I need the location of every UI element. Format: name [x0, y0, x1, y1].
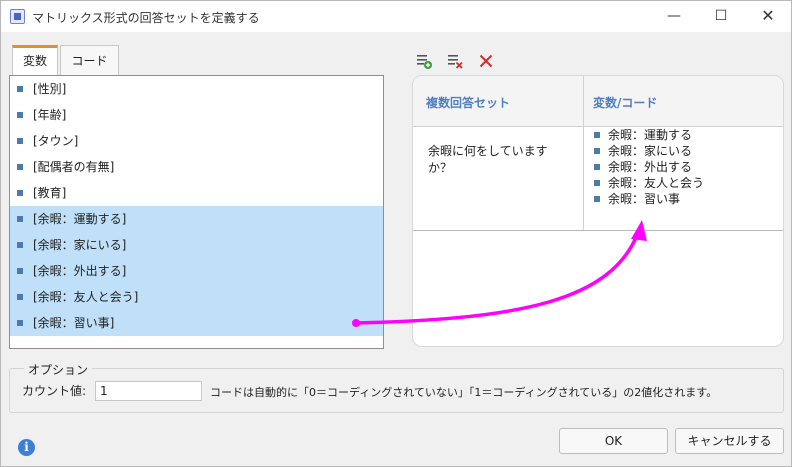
grid-row-divider	[413, 230, 783, 231]
list-item-selected[interactable]: [余暇：家にいる]	[10, 232, 383, 258]
list-item-label: [余暇：家にいる]	[33, 238, 127, 252]
grid-variable-item: 余暇：運動する	[589, 127, 692, 143]
close-button[interactable]: ✕	[745, 1, 791, 31]
response-set-question[interactable]: 余暇に何をしていますか？	[428, 143, 568, 177]
variable-icon	[17, 112, 23, 118]
list-item-selected[interactable]: [余暇：外出する]	[10, 258, 383, 284]
grid-variable-label: 余暇：習い事	[608, 192, 681, 206]
list-item-selected[interactable]: [余暇：運動する]	[10, 206, 383, 232]
tab-variables[interactable]: 変数	[12, 45, 58, 76]
grid-variable-item: 余暇：外出する	[589, 159, 692, 175]
count-value-label: カウント値:	[22, 384, 87, 398]
variable-icon	[17, 164, 23, 170]
variable-icon	[17, 190, 23, 196]
grid-variable-label: 余暇：家にいる	[608, 144, 693, 158]
list-item-label: [配偶者の有無]	[33, 160, 115, 174]
info-icon[interactable]: i	[18, 439, 35, 456]
column-header-variables: 変数/コード	[593, 96, 658, 110]
list-item[interactable]: [配偶者の有無]	[10, 154, 383, 180]
list-item-label: [余暇：運動する]	[33, 212, 127, 226]
dialog-window: マトリックス形式の回答セットを定義する — ☐ ✕ 変数 コード [性別] [年…	[0, 0, 792, 467]
variable-icon	[17, 294, 23, 300]
window-title: マトリックス形式の回答セットを定義する	[32, 11, 260, 25]
remove-set-icon[interactable]	[446, 52, 464, 70]
variable-icon	[594, 132, 600, 138]
grid-variable-label: 余暇：外出する	[608, 160, 693, 174]
variable-icon	[17, 216, 23, 222]
list-item[interactable]: [年齢]	[10, 102, 383, 128]
list-item-label: [余暇：習い事]	[33, 316, 115, 330]
variable-icon	[17, 320, 23, 326]
variable-icon	[17, 242, 23, 248]
response-set-grid[interactable]: 複数回答セット 変数/コード 余暇に何をしていますか？ 余暇：運動する 余暇：家…	[412, 75, 784, 347]
variable-icon	[17, 268, 23, 274]
grid-variable-label: 余暇：運動する	[608, 128, 693, 142]
list-item-selected[interactable]: [余暇：友人と会う]	[10, 284, 383, 310]
list-item-label: [性別]	[33, 82, 67, 96]
list-item-label: [教育]	[33, 186, 67, 200]
column-divider	[583, 76, 584, 230]
minimize-button[interactable]: —	[651, 1, 697, 31]
list-item-label: [年齢]	[33, 108, 67, 122]
variable-icon	[594, 164, 600, 170]
add-set-icon[interactable]	[415, 52, 433, 70]
column-header-set: 複数回答セット	[426, 96, 511, 110]
list-item[interactable]: [性別]	[10, 76, 383, 102]
grid-variable-item: 余暇：家にいる	[589, 143, 692, 159]
list-item-label: [タウン]	[33, 134, 79, 148]
app-icon	[10, 9, 25, 24]
grid-header: 複数回答セット 変数/コード	[413, 76, 783, 127]
options-group-label: オプション	[24, 361, 93, 378]
tab-codes[interactable]: コード	[60, 45, 119, 76]
delete-icon[interactable]	[477, 52, 495, 70]
ok-button[interactable]: OK	[559, 428, 668, 454]
coding-note: コードは自動的に「0＝コーディングされていない」「1＝コーディングされている」の…	[210, 386, 718, 399]
variable-icon	[594, 180, 600, 186]
maximize-button[interactable]: ☐	[698, 1, 744, 31]
list-item[interactable]: [タウン]	[10, 128, 383, 154]
grid-variable-item: 余暇：習い事	[589, 191, 680, 207]
grid-variable-item: 余暇：友人と会う	[589, 175, 704, 191]
variable-icon	[17, 138, 23, 144]
list-item-label: [余暇：外出する]	[33, 264, 127, 278]
list-item[interactable]: [教育]	[10, 180, 383, 206]
title-bar[interactable]: マトリックス形式の回答セットを定義する — ☐ ✕	[1, 1, 791, 32]
variable-icon	[594, 196, 600, 202]
grid-variable-label: 余暇：友人と会う	[608, 176, 705, 190]
variable-icon	[17, 86, 23, 92]
variable-icon	[594, 148, 600, 154]
list-item-label: [余暇：友人と会う]	[33, 290, 139, 304]
list-item-selected[interactable]: [余暇：習い事]	[10, 310, 383, 336]
cancel-button[interactable]: キャンセルする	[675, 428, 784, 454]
count-value-input[interactable]: 1	[95, 381, 202, 401]
variable-list[interactable]: [性別] [年齢] [タウン] [配偶者の有無] [教育] [余暇：運動する] …	[9, 75, 384, 349]
